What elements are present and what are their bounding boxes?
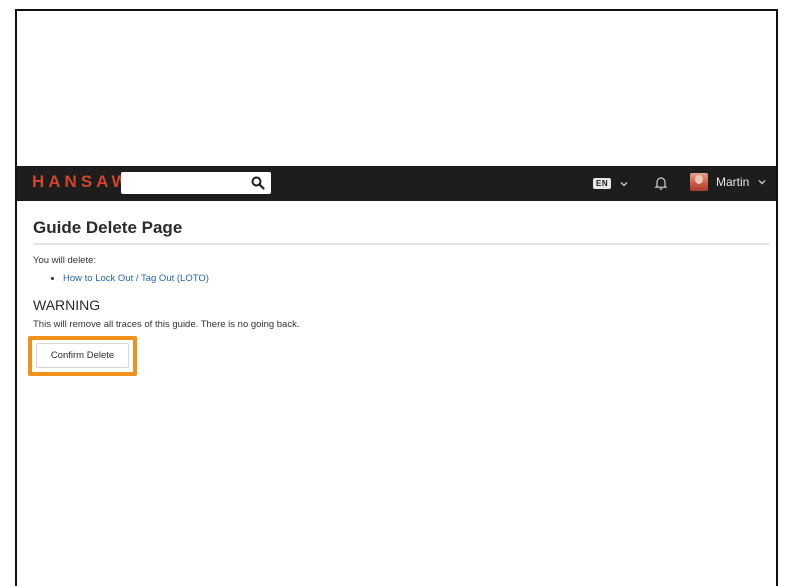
- chevron-down-icon: [620, 181, 628, 186]
- guide-link[interactable]: How to Lock Out / Tag Out (LOTO): [63, 273, 209, 284]
- warning-text: This will remove all traces of this guid…: [33, 319, 300, 330]
- language-selector[interactable]: EN: [593, 177, 629, 190]
- delete-intro-text: You will delete:: [33, 255, 97, 266]
- user-menu[interactable]: Martin: [690, 173, 767, 191]
- chevron-down-icon: [758, 180, 766, 185]
- guide-list: How to Lock Out / Tag Out (LOTO): [33, 273, 769, 284]
- language-badge: EN: [593, 178, 612, 189]
- avatar: [690, 173, 708, 191]
- main-content: Guide Delete Page You will delete: How t…: [33, 218, 769, 330]
- notification-bell-icon[interactable]: [653, 175, 669, 191]
- page-title: Guide Delete Page: [33, 218, 769, 245]
- confirm-delete-button[interactable]: Confirm Delete: [36, 343, 129, 368]
- list-item: How to Lock Out / Tag Out (LOTO): [63, 273, 769, 284]
- warning-heading: WARNING: [33, 297, 101, 313]
- search-icon[interactable]: [251, 176, 265, 190]
- brand-logo[interactable]: HANSAW: [32, 172, 132, 192]
- search-input[interactable]: [121, 172, 257, 194]
- user-name: Martin: [716, 175, 750, 189]
- search-box: [121, 172, 271, 194]
- top-navbar: HANSAW EN Martin: [17, 166, 776, 201]
